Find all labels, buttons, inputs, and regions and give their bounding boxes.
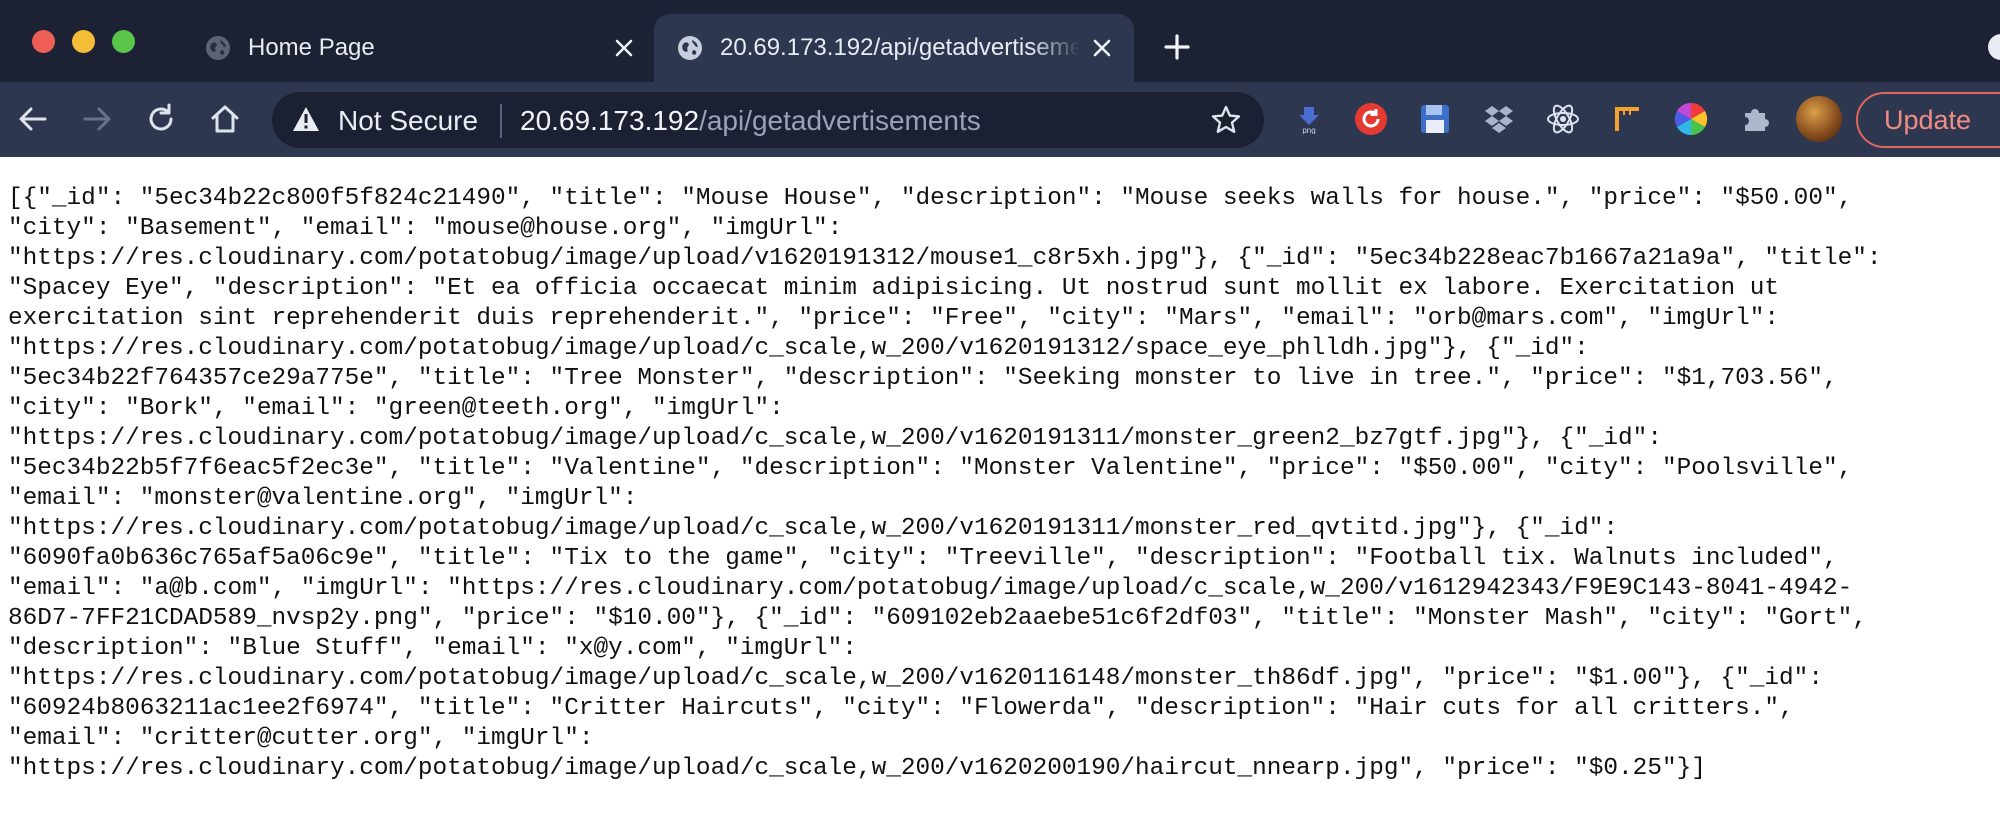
json-text-line: "https://res.cloudinary.com/potatobug/im… <box>8 335 1589 362</box>
address-bar[interactable]: Not Secure 20.69.173.192/api/getadvertis… <box>272 92 1264 148</box>
divider <box>500 104 502 138</box>
profile-menu-icon[interactable] <box>1988 34 2000 60</box>
tab-home-page[interactable]: Home Page <box>182 14 642 82</box>
avatar[interactable] <box>1796 96 1842 142</box>
json-text-line: "email": "a@b.com", "imgUrl": "https://r… <box>8 575 1853 602</box>
url-host: 20.69.173.192 <box>520 105 700 136</box>
json-text-line: "email": "critter@cutter.org", "imgUrl": <box>8 725 594 752</box>
json-text-line: "5ec34b22f764357ce29a775e", "title": "Tr… <box>8 365 1838 392</box>
tab-title: Home Page <box>248 34 375 61</box>
json-text-line: "Spacey Eye", "description": "Et ea offi… <box>8 275 1780 302</box>
json-text-line: "https://res.cloudinary.com/potatobug/im… <box>8 245 1882 272</box>
react-atom-icon[interactable] <box>1544 100 1582 138</box>
json-text-line: [{"_id": "5ec34b22c800f5f824c21490", "ti… <box>8 185 1853 212</box>
json-text-line: "email": "monster@valentine.org", "imgUr… <box>8 485 638 512</box>
json-text-line: 86D7-7FF21CDAD589_nvsp2y.png", "price": … <box>8 605 1867 632</box>
globe-icon <box>204 34 232 62</box>
save-disk-icon[interactable] <box>1416 100 1454 138</box>
url-path: /api/getadvertisements <box>699 105 981 136</box>
close-window-button[interactable] <box>32 30 55 53</box>
download-png-icon[interactable]: png <box>1290 100 1328 138</box>
color-wheel-icon[interactable] <box>1672 100 1710 138</box>
update-button[interactable]: Update <box>1856 92 2000 148</box>
plus-icon[interactable] <box>1160 30 1194 64</box>
tab-getadvertisements[interactable]: 20.69.173.192/api/getadvertisements <box>654 14 1134 82</box>
home-icon[interactable] <box>206 100 244 138</box>
json-response-body: [{"_id": "5ec34b22c800f5f824c21490", "ti… <box>8 184 2000 784</box>
json-text-line: exercitation sint reprehenderit duis rep… <box>8 305 1780 332</box>
tab-title: 20.69.173.192/api/getadvertisements <box>720 34 1080 61</box>
json-text-line: "https://res.cloudinary.com/potatobug/im… <box>8 755 1706 782</box>
close-tab-icon[interactable] <box>612 36 636 60</box>
json-text-line: "6090fa0b636c765af5a06c9e", "title": "Ti… <box>8 545 1838 572</box>
tab-strip: Home Page 20.69.173.192/api/getadvertise… <box>0 0 2000 82</box>
not-secure-label[interactable]: Not Secure <box>338 105 478 137</box>
maximize-window-button[interactable] <box>112 30 135 53</box>
dropbox-icon[interactable] <box>1480 100 1518 138</box>
puzzle-icon[interactable] <box>1736 100 1774 138</box>
json-text-line: "https://res.cloudinary.com/potatobug/im… <box>8 425 1662 452</box>
globe-icon <box>676 34 704 62</box>
bookmark-star-icon[interactable] <box>1210 104 1242 136</box>
back-arrow-icon[interactable] <box>14 100 52 138</box>
json-text-line: "60924b8063211ac1ee2f6974", "title": "Cr… <box>8 695 1794 722</box>
refresh-red-icon[interactable] <box>1352 100 1390 138</box>
json-text-line: "https://res.cloudinary.com/potatobug/im… <box>8 515 1619 542</box>
svg-text:png: png <box>1302 126 1315 134</box>
json-text-line: "description": "Blue Stuff", "email": "x… <box>8 635 857 662</box>
ruler-icon[interactable] <box>1608 100 1646 138</box>
reload-icon[interactable] <box>142 100 180 138</box>
url-text[interactable]: 20.69.173.192/api/getadvertisements <box>520 105 981 137</box>
json-text-line: "city": "Bork", "email": "green@teeth.or… <box>8 395 784 422</box>
json-text-line: "city": "Basement", "email": "mouse@hous… <box>8 215 843 242</box>
json-text-line: "https://res.cloudinary.com/potatobug/im… <box>8 665 1823 692</box>
minimize-window-button[interactable] <box>72 30 95 53</box>
forward-arrow-icon[interactable] <box>78 100 116 138</box>
browser-toolbar: Not Secure 20.69.173.192/api/getadvertis… <box>0 82 2000 157</box>
warning-triangle-icon[interactable] <box>292 106 320 132</box>
json-text-line: "5ec34b22b5f7f6eac5f2ec3e", "title": "Va… <box>8 455 1853 482</box>
close-tab-icon[interactable] <box>1090 36 1114 60</box>
